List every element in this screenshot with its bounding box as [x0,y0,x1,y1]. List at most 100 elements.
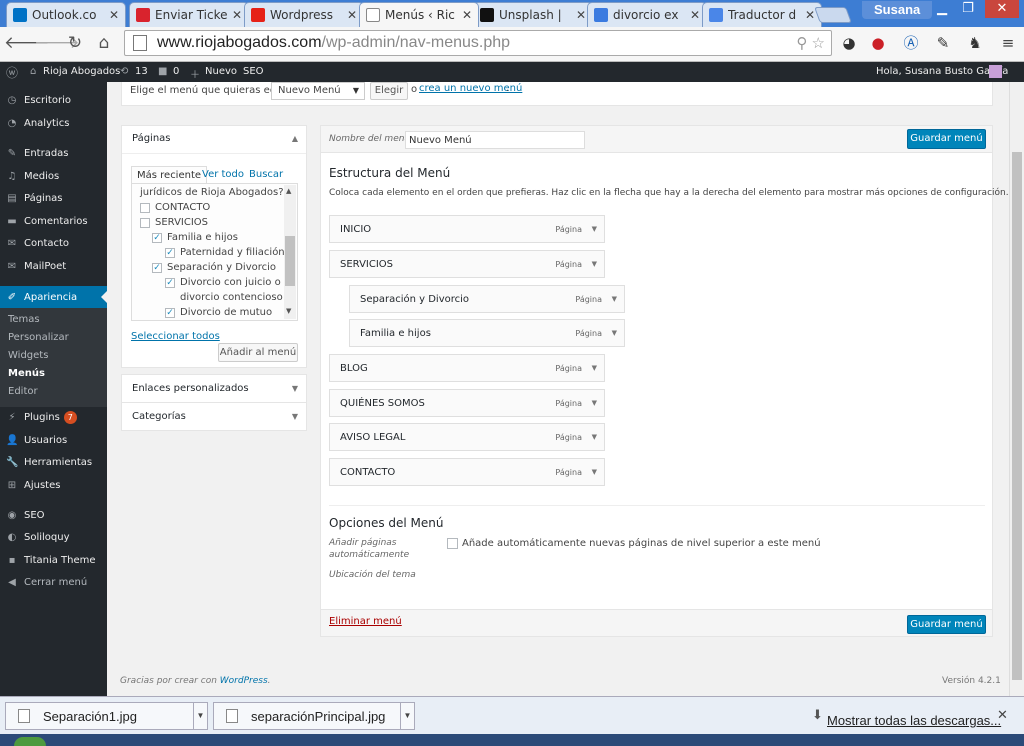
menu-item[interactable]: AVISO LEGAL Página ▼ [329,423,605,451]
forward-icon[interactable]: 🡒 [34,32,80,54]
page-scrollbar[interactable] [1009,82,1024,696]
close-tab-icon[interactable]: ✕ [576,8,586,22]
checkbox[interactable]: ✓ [165,307,175,318]
browser-tab[interactable]: Outlook.co ✕ [6,2,126,27]
hootsuite-icon[interactable]: ◕ [838,32,860,54]
seo-link[interactable]: SEO [243,66,264,77]
profile-button[interactable]: Susana [862,1,933,19]
submenu-widgets[interactable]: Widgets [8,350,48,361]
wordpress-link[interactable]: WordPress [220,676,268,686]
new-tab-button[interactable] [814,7,852,23]
menu-item-toggle-icon[interactable]: ▼ [592,364,597,372]
collapse-arrow-icon[interactable]: ▲ [292,134,298,143]
checkbox[interactable]: ✓ [165,247,175,258]
dropdown-arrow-icon[interactable]: ▼ [400,703,414,729]
pinterest-icon[interactable]: ● [867,32,889,54]
evernote-icon[interactable]: ♞ [964,32,986,54]
select-all-link[interactable]: Seleccionar todos [131,331,220,342]
checkbox[interactable] [140,202,150,213]
menu-name-input[interactable] [405,131,585,149]
menu-mailpoet[interactable]: ✉ MailPoet [0,256,107,277]
choose-menu-button[interactable]: Elegir [370,82,408,100]
dropdown-arrow-icon[interactable]: ▼ [193,703,207,729]
menu-select[interactable]: Nuevo Menú [271,82,365,100]
page-checklist-item[interactable]: CONTACTO [140,202,210,213]
add-to-menu-button[interactable]: Añadir al menú [218,343,298,362]
new-content-link[interactable]: Nuevo [205,66,237,77]
start-button[interactable] [14,737,46,746]
submenu-menus[interactable]: Menús [8,368,45,379]
page-checklist-item[interactable]: SERVICIOS [140,217,208,228]
page-checklist-item[interactable]: ✓ Familia e hijos [152,232,238,243]
menu-item-toggle-icon[interactable]: ▼ [612,329,617,337]
home-icon[interactable]: ⌂ [92,32,116,54]
show-all-downloads-link[interactable]: Mostrar todas las descargas... [827,713,1001,728]
menu-item-toggle-icon[interactable]: ▼ [592,433,597,441]
checkbox[interactable]: ✓ [165,277,175,288]
scroll-up-icon[interactable]: ▲ [286,187,291,195]
submenu-editor[interactable]: Editor [8,386,38,397]
submenu-personalizar[interactable]: Personalizar [8,332,69,343]
auto-add-checkbox[interactable] [447,538,458,549]
page-scrollbar-thumb[interactable] [1012,152,1022,680]
alexa-icon[interactable]: Ⓐ [900,32,922,54]
save-menu-button[interactable]: Guardar menú [907,129,986,149]
save-menu-button-bottom[interactable]: Guardar menú [907,615,986,634]
menu-escritorio[interactable]: ◷ Escritorio [0,90,107,111]
menu-apariencia[interactable]: ✐ Apariencia [0,286,107,308]
page-checklist-item[interactable]: divorcio contencioso [180,292,283,303]
menu-analytics[interactable]: ◔ Analytics [0,113,107,134]
close-tab-icon[interactable]: ✕ [347,8,357,22]
bookmark-star-icon[interactable]: ⚲ ☆ [796,34,825,52]
menu-item[interactable]: Familia e hijos Página ▼ [349,319,625,347]
browser-tab[interactable]: Menús ‹ Ric ✕ [359,2,479,27]
close-tab-icon[interactable]: ✕ [109,8,119,22]
categories-metabox[interactable]: Categorías ▼ [121,402,307,431]
download-item[interactable]: separaciónPrincipal.jpg ▼ [213,702,415,730]
menu-item-toggle-icon[interactable]: ▼ [592,260,597,268]
back-icon[interactable]: 🡐 [4,32,50,54]
menu-item[interactable]: CONTACTO Página ▼ [329,458,605,486]
menu-icon[interactable]: ≡ [997,32,1019,54]
menu-contacto[interactable]: ✉ Contacto [0,233,107,254]
menu-item[interactable]: INICIO Página ▼ [329,215,605,243]
submenu-temas[interactable]: Temas [8,314,40,325]
download-item[interactable]: Separación1.jpg ▼ [5,702,208,730]
wordpress-logo-icon[interactable]: ⓦ [6,64,18,81]
menu-item-toggle-icon[interactable]: ▼ [612,295,617,303]
browser-tab[interactable]: divorcio ex ✕ [587,2,707,27]
browser-tab[interactable]: Unsplash | ✕ [473,2,593,27]
menu-comentarios[interactable]: ▬ Comentarios [0,211,107,232]
menu-plugins[interactable]: ⚡ Plugins 7 [0,407,107,428]
updates-count[interactable]: 13 [135,66,148,77]
avatar[interactable] [989,65,1002,78]
browser-tab[interactable]: Wordpress ✕ [244,2,364,27]
page-checklist-item[interactable]: ✓ Divorcio con juicio o [165,277,281,288]
extension-icon[interactable]: ✎ [932,32,954,54]
menu-item[interactable]: Separación y Divorcio Página ▼ [349,285,625,313]
restore-icon[interactable]: ❐ [956,0,980,18]
browser-tab[interactable]: Traductor d ✕ [702,2,822,27]
delete-menu-link[interactable]: Eliminar menú [329,616,402,627]
page-checklist-item[interactable]: ✓ Divorcio de mutuo [165,307,272,318]
page-checklist-item[interactable]: ✓ Paternidad y filiación [165,247,285,258]
menu-paginas[interactable]: ▤ Páginas [0,188,107,209]
menu-item-toggle-icon[interactable]: ▼ [592,468,597,476]
menu-seo[interactable]: ◉ SEO [0,505,107,526]
close-window-icon[interactable]: ✕ [985,0,1019,18]
menu-medios[interactable]: ♫ Medios [0,166,107,187]
comments-count[interactable]: 0 [173,66,179,77]
checkbox[interactable]: ✓ [152,262,162,273]
minimize-icon[interactable]: ▁ [930,0,954,18]
menu-titania-theme[interactable]: ▪ Titania Theme [0,550,107,571]
scroll-down-icon[interactable]: ▼ [286,307,291,315]
checkbox[interactable] [140,217,150,228]
close-tab-icon[interactable]: ✕ [232,8,242,22]
collapse-menu[interactable]: ◀ Cerrar menú [0,572,107,593]
menu-entradas[interactable]: ✎ Entradas [0,143,107,164]
menu-item-toggle-icon[interactable]: ▼ [592,399,597,407]
menu-item-toggle-icon[interactable]: ▼ [592,225,597,233]
close-tab-icon[interactable]: ✕ [690,8,700,22]
site-name-link[interactable]: Rioja Abogados [43,66,120,77]
browser-tab[interactable]: Enviar Ticke ✕ [129,2,249,27]
